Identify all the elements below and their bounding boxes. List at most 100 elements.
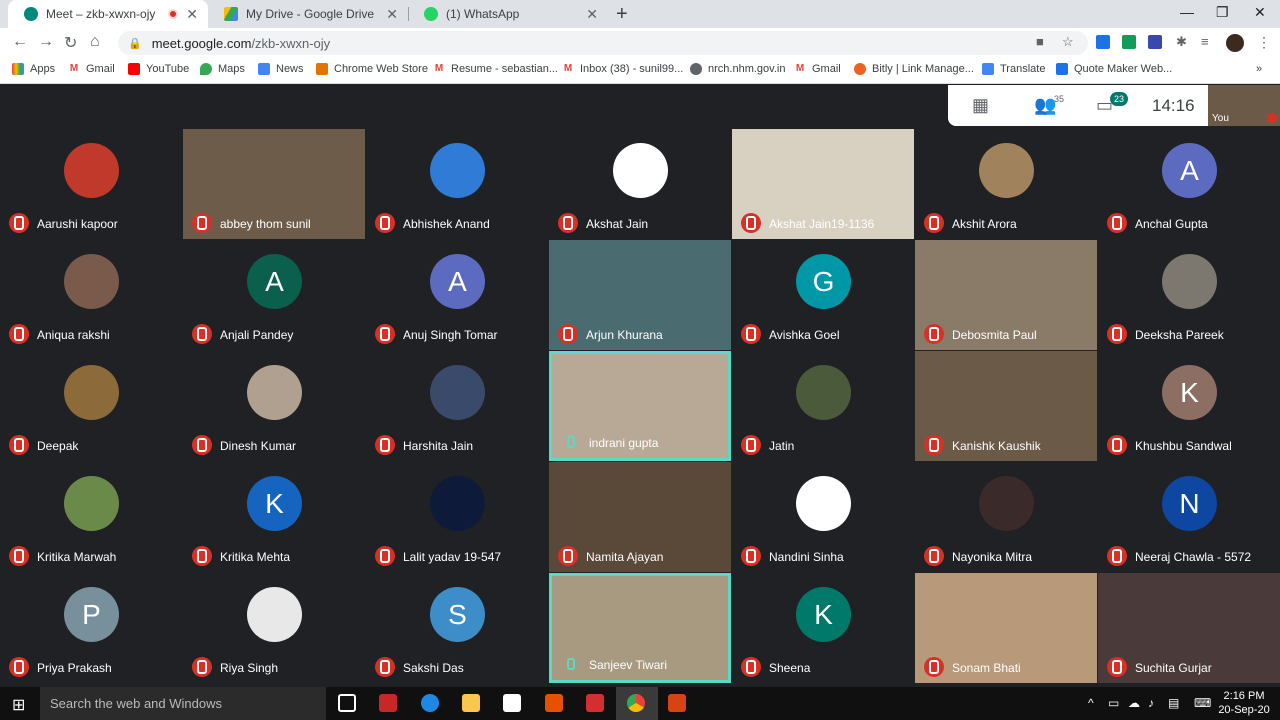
- tab-meet[interactable]: Meet – zkb-xwxn-ojy ✕: [8, 0, 208, 28]
- participant-tile[interactable]: Nandini Sinha: [732, 462, 914, 572]
- keyboard-icon[interactable]: ⌨: [1194, 696, 1211, 710]
- participant-tile[interactable]: Aniqua rakshi: [0, 240, 182, 350]
- participant-tile[interactable]: Deepak: [0, 351, 182, 461]
- minimize-button[interactable]: —: [1180, 4, 1194, 20]
- taskbar-search[interactable]: Search the web and Windows: [40, 687, 326, 720]
- participant-tile[interactable]: Harshita Jain: [366, 351, 548, 461]
- participant-tile[interactable]: Akshit Arora: [915, 129, 1097, 239]
- participant-tile[interactable]: N Neeraj Chawla - 5572: [1098, 462, 1280, 572]
- participant-tile[interactable]: indrani gupta: [549, 351, 731, 461]
- participant-tile[interactable]: Aarushi kapoor: [0, 129, 182, 239]
- participant-tile[interactable]: A Anchal Gupta: [1098, 129, 1280, 239]
- bookmark-quote-maker[interactable]: Quote Maker Web...: [1056, 63, 1172, 75]
- participant-tile[interactable]: Akshat Jain: [549, 129, 731, 239]
- maximize-button[interactable]: ❐: [1216, 4, 1229, 21]
- mic-off-icon: [924, 324, 944, 344]
- close-icon[interactable]: ✕: [386, 6, 398, 23]
- address-bar[interactable]: 🔒 meet.google.com/zkb-xwxn-ojy: [118, 31, 1088, 55]
- bookmark-inbox[interactable]: M Inbox (38) - sunil99...: [562, 63, 684, 75]
- show-hidden-icons-icon[interactable]: ^: [1088, 696, 1094, 710]
- participant-name: Namita Ajayan: [586, 550, 664, 564]
- close-icon[interactable]: ✕: [186, 6, 198, 23]
- sheets-icon[interactable]: [1122, 35, 1136, 49]
- volume-icon[interactable]: ♪: [1148, 696, 1154, 710]
- back-button[interactable]: ←: [12, 33, 28, 51]
- taskbar-clock[interactable]: 2:16 PM 20-Sep-20: [1216, 689, 1272, 717]
- bookmark-translate[interactable]: Translate: [982, 63, 1045, 75]
- bookmark-news[interactable]: News: [258, 63, 304, 75]
- participant-tile[interactable]: Jatin: [732, 351, 914, 461]
- participant-tile[interactable]: P Priya Prakash: [0, 573, 182, 683]
- home-button[interactable]: ⌂: [90, 33, 100, 51]
- participant-tile[interactable]: K Kritika Mehta: [183, 462, 365, 572]
- app-icon[interactable]: [379, 694, 397, 712]
- bookmark-gmail[interactable]: M Gmail: [68, 63, 115, 75]
- avatar: [1162, 254, 1217, 309]
- participant-tile[interactable]: Dinesh Kumar: [183, 351, 365, 461]
- participant-name: Neeraj Chawla - 5572: [1135, 550, 1252, 564]
- participant-tile[interactable]: Kritika Marwah: [0, 462, 182, 572]
- participant-tile[interactable]: Sanjeev Tiwari: [549, 573, 731, 683]
- close-icon[interactable]: ✕: [586, 6, 598, 23]
- file-explorer-icon[interactable]: [462, 694, 480, 712]
- battery-icon[interactable]: ▭: [1108, 696, 1119, 710]
- forward-button[interactable]: →: [38, 33, 54, 51]
- bookmark-resume[interactable]: M Resume - sebastian...: [433, 63, 558, 75]
- participant-tile[interactable]: Sonam Bhati: [915, 573, 1097, 683]
- new-tab-button[interactable]: +: [616, 3, 628, 26]
- self-view[interactable]: You: [1208, 85, 1280, 126]
- participant-tile[interactable]: G Avishka Goel: [732, 240, 914, 350]
- window-close-button[interactable]: ✕: [1254, 4, 1266, 21]
- menu-icon[interactable]: ⋮: [1257, 34, 1271, 51]
- network-icon[interactable]: ☁: [1128, 696, 1140, 710]
- bookmark-star-icon[interactable]: ☆: [1062, 34, 1074, 50]
- participant-tile[interactable]: Suchita Gurjar: [1098, 573, 1280, 683]
- participant-tile[interactable]: Abhishek Anand: [366, 129, 548, 239]
- participant-tile[interactable]: Debosmita Paul: [915, 240, 1097, 350]
- bitly-icon: [854, 63, 866, 75]
- media-control-icon[interactable]: ≡: [1201, 34, 1209, 49]
- bookmark-nrch[interactable]: nrch.nhm.gov.in: [690, 63, 785, 75]
- gmail-icon: M: [563, 63, 573, 74]
- participant-tile[interactable]: Kanishk Kaushik: [915, 351, 1097, 461]
- tab-whatsapp[interactable]: (1) WhatsApp ✕: [408, 0, 608, 28]
- bookmark-maps[interactable]: Maps: [200, 63, 245, 75]
- participant-tile[interactable]: K Sheena: [732, 573, 914, 683]
- notification-icon[interactable]: ▤: [1168, 696, 1179, 710]
- mcafee-icon[interactable]: [586, 694, 604, 712]
- task-view-icon[interactable]: [338, 694, 356, 712]
- participant-tile[interactable]: Namita Ajayan: [549, 462, 731, 572]
- participant-tile[interactable]: Akshat Jain19-1136: [732, 129, 914, 239]
- participant-tile[interactable]: abbey thom sunil: [183, 129, 365, 239]
- store-icon[interactable]: [503, 694, 521, 712]
- tab-drive[interactable]: My Drive - Google Drive ✕: [208, 0, 408, 28]
- participant-tile[interactable]: Nayonika Mitra: [915, 462, 1097, 572]
- participant-name: Kritika Marwah: [37, 550, 117, 564]
- avatar[interactable]: [1226, 34, 1244, 52]
- reload-button[interactable]: ↻: [64, 33, 77, 53]
- grid-layout-icon[interactable]: ▦: [972, 95, 989, 116]
- powerpoint-icon[interactable]: [668, 694, 686, 712]
- participant-tile[interactable]: A Anuj Singh Tomar: [366, 240, 548, 350]
- participant-tile[interactable]: Arjun Khurana: [549, 240, 731, 350]
- participant-tile[interactable]: Deeksha Pareek: [1098, 240, 1280, 350]
- chrome-icon[interactable]: [627, 694, 645, 712]
- participant-tile[interactable]: Lalit yadav 19-547: [366, 462, 548, 572]
- participant-tile[interactable]: Riya Singh: [183, 573, 365, 683]
- participant-tile[interactable]: A Anjali Pandey: [183, 240, 365, 350]
- extension-icon[interactable]: [1096, 35, 1110, 49]
- more-bookmarks-button[interactable]: »: [1256, 63, 1262, 75]
- bookmark-gmail-2[interactable]: M Gmail: [794, 63, 841, 75]
- bookmark-chrome-web-store[interactable]: Chrome Web Store: [316, 63, 428, 75]
- camera-icon[interactable]: ■: [1036, 34, 1044, 49]
- participant-tile[interactable]: S Sakshi Das: [366, 573, 548, 683]
- extensions-puzzle-icon[interactable]: ✱: [1176, 34, 1187, 50]
- edge-icon[interactable]: [421, 694, 439, 712]
- bookmark-apps[interactable]: Apps: [12, 63, 55, 75]
- extension-icon[interactable]: [1148, 35, 1162, 49]
- bookmark-youtube[interactable]: YouTube: [128, 63, 189, 75]
- windows-start-icon[interactable]: ⊞: [12, 695, 25, 715]
- bookmark-bitly[interactable]: Bitly | Link Manage...: [854, 63, 974, 75]
- pdf-reader-icon[interactable]: [545, 694, 563, 712]
- participant-tile[interactable]: K Khushbu Sandwal: [1098, 351, 1280, 461]
